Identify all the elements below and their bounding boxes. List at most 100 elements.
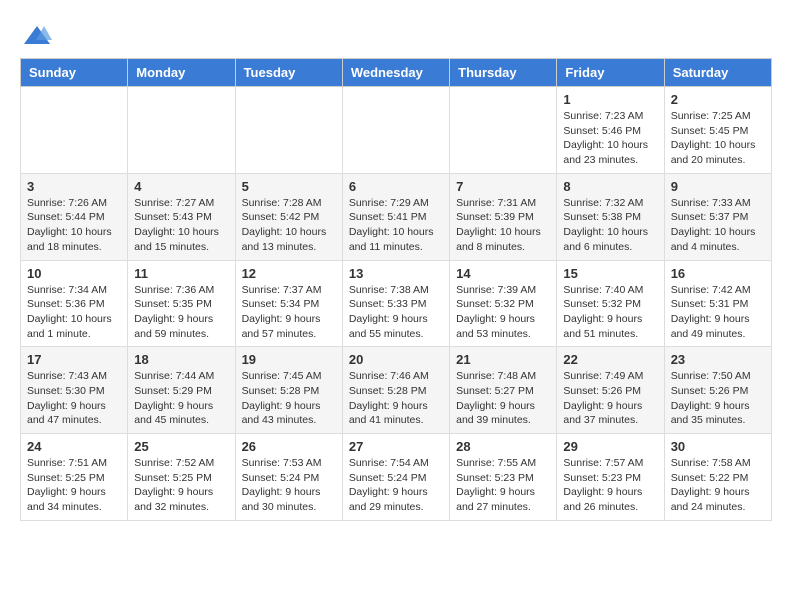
day-number: 4	[134, 179, 228, 194]
calendar-cell: 26Sunrise: 7:53 AM Sunset: 5:24 PM Dayli…	[235, 434, 342, 521]
calendar-cell: 22 Sunrise: 7:49 AM Sunset: 5:26 PM Dayli…	[557, 347, 664, 434]
day-number: 14	[456, 266, 550, 281]
calendar-cell: 3 Sunrise: 7:26 AM Sunset: 5:44 PM Daylig…	[21, 173, 128, 260]
calendar-cell: 4Sunrise: 7:27 AM Sunset: 5:43 PM Daylig…	[128, 173, 235, 260]
day-number: 21	[456, 352, 550, 367]
calendar-cell: 9 Sunrise: 7:33 AM Sunset: 5:37 PM Daylig…	[664, 173, 771, 260]
day-number: 30	[671, 439, 765, 454]
calendar-cell: 8 Sunrise: 7:32 AM Sunset: 5:38 PM Daylig…	[557, 173, 664, 260]
day-number: 25	[134, 439, 228, 454]
day-number: 15	[563, 266, 657, 281]
day-number: 19	[242, 352, 336, 367]
calendar-week-row: 10 Sunrise: 7:34 AM Sunset: 5:36 PM Dayli…	[21, 260, 772, 347]
day-number: 3	[27, 179, 121, 194]
calendar-cell: 29 Sunrise: 7:57 AM Sunset: 5:23 PM Dayli…	[557, 434, 664, 521]
day-info: Sunrise: 7:57 AM Sunset: 5:23 PM Dayligh…	[563, 456, 657, 515]
day-info: Sunrise: 7:28 AM Sunset: 5:42 PM Dayligh…	[242, 196, 336, 255]
header	[20, 20, 772, 48]
day-info: Sunrise: 7:51 AM Sunset: 5:25 PM Dayligh…	[27, 456, 121, 515]
day-info: Sunrise: 7:48 AM Sunset: 5:27 PM Dayligh…	[456, 369, 550, 428]
calendar-cell: 30Sunrise: 7:58 AM Sunset: 5:22 PM Dayli…	[664, 434, 771, 521]
day-number: 27	[349, 439, 443, 454]
day-number: 5	[242, 179, 336, 194]
day-info: Sunrise: 7:54 AM Sunset: 5:24 PM Dayligh…	[349, 456, 443, 515]
calendar-cell: 12 Sunrise: 7:37 AM Sunset: 5:34 PM Dayli…	[235, 260, 342, 347]
calendar-day-header: Thursday	[450, 59, 557, 87]
calendar-cell: 2 Sunrise: 7:25 AM Sunset: 5:45 PM Daylig…	[664, 87, 771, 174]
calendar-body: 1 Sunrise: 7:23 AM Sunset: 5:46 PM Daylig…	[21, 87, 772, 521]
day-number: 10	[27, 266, 121, 281]
day-number: 7	[456, 179, 550, 194]
calendar-cell: 23 Sunrise: 7:50 AM Sunset: 5:26 PM Dayli…	[664, 347, 771, 434]
day-info: Sunrise: 7:44 AM Sunset: 5:29 PM Dayligh…	[134, 369, 228, 428]
logo	[20, 24, 50, 48]
calendar-cell: 13 Sunrise: 7:38 AM Sunset: 5:33 PM Dayli…	[342, 260, 449, 347]
day-info: Sunrise: 7:43 AM Sunset: 5:30 PM Dayligh…	[27, 369, 121, 428]
calendar-cell: 20 Sunrise: 7:46 AM Sunset: 5:28 PM Dayli…	[342, 347, 449, 434]
calendar-cell: 5 Sunrise: 7:28 AM Sunset: 5:42 PM Daylig…	[235, 173, 342, 260]
calendar-week-row: 3 Sunrise: 7:26 AM Sunset: 5:44 PM Daylig…	[21, 173, 772, 260]
calendar-cell: 27 Sunrise: 7:54 AM Sunset: 5:24 PM Dayli…	[342, 434, 449, 521]
day-info: Sunrise: 7:42 AM Sunset: 5:31 PM Dayligh…	[671, 283, 765, 342]
calendar-cell: 7 Sunrise: 7:31 AM Sunset: 5:39 PM Daylig…	[450, 173, 557, 260]
calendar-cell	[235, 87, 342, 174]
calendar-cell: 17 Sunrise: 7:43 AM Sunset: 5:30 PM Dayli…	[21, 347, 128, 434]
day-info: Sunrise: 7:37 AM Sunset: 5:34 PM Dayligh…	[242, 283, 336, 342]
calendar-cell	[21, 87, 128, 174]
day-number: 22	[563, 352, 657, 367]
day-info: Sunrise: 7:33 AM Sunset: 5:37 PM Dayligh…	[671, 196, 765, 255]
day-number: 8	[563, 179, 657, 194]
day-number: 6	[349, 179, 443, 194]
day-info: Sunrise: 7:34 AM Sunset: 5:36 PM Dayligh…	[27, 283, 121, 342]
calendar-cell: 21 Sunrise: 7:48 AM Sunset: 5:27 PM Dayli…	[450, 347, 557, 434]
day-number: 18	[134, 352, 228, 367]
day-number: 29	[563, 439, 657, 454]
day-info: Sunrise: 7:29 AM Sunset: 5:41 PM Dayligh…	[349, 196, 443, 255]
day-number: 23	[671, 352, 765, 367]
calendar-cell: 15 Sunrise: 7:40 AM Sunset: 5:32 PM Dayli…	[557, 260, 664, 347]
calendar-table: SundayMondayTuesdayWednesdayThursdayFrid…	[20, 58, 772, 521]
calendar-cell: 28 Sunrise: 7:55 AM Sunset: 5:23 PM Dayli…	[450, 434, 557, 521]
day-info: Sunrise: 7:45 AM Sunset: 5:28 PM Dayligh…	[242, 369, 336, 428]
calendar-day-header: Wednesday	[342, 59, 449, 87]
day-info: Sunrise: 7:26 AM Sunset: 5:44 PM Dayligh…	[27, 196, 121, 255]
calendar-cell: 24 Sunrise: 7:51 AM Sunset: 5:25 PM Dayli…	[21, 434, 128, 521]
calendar-cell: 18 Sunrise: 7:44 AM Sunset: 5:29 PM Dayli…	[128, 347, 235, 434]
day-number: 24	[27, 439, 121, 454]
calendar-cell	[342, 87, 449, 174]
logo-general	[20, 24, 50, 48]
day-info: Sunrise: 7:50 AM Sunset: 5:26 PM Dayligh…	[671, 369, 765, 428]
day-number: 1	[563, 92, 657, 107]
calendar-day-header: Monday	[128, 59, 235, 87]
day-info: Sunrise: 7:49 AM Sunset: 5:26 PM Dayligh…	[563, 369, 657, 428]
calendar-cell: 14 Sunrise: 7:39 AM Sunset: 5:32 PM Dayli…	[450, 260, 557, 347]
calendar-cell: 19 Sunrise: 7:45 AM Sunset: 5:28 PM Dayli…	[235, 347, 342, 434]
day-info: Sunrise: 7:32 AM Sunset: 5:38 PM Dayligh…	[563, 196, 657, 255]
day-number: 28	[456, 439, 550, 454]
calendar-cell: 16Sunrise: 7:42 AM Sunset: 5:31 PM Dayli…	[664, 260, 771, 347]
calendar-day-header: Saturday	[664, 59, 771, 87]
day-info: Sunrise: 7:23 AM Sunset: 5:46 PM Dayligh…	[563, 109, 657, 168]
day-info: Sunrise: 7:38 AM Sunset: 5:33 PM Dayligh…	[349, 283, 443, 342]
day-info: Sunrise: 7:55 AM Sunset: 5:23 PM Dayligh…	[456, 456, 550, 515]
calendar-cell	[450, 87, 557, 174]
calendar-week-row: 24 Sunrise: 7:51 AM Sunset: 5:25 PM Dayli…	[21, 434, 772, 521]
day-number: 2	[671, 92, 765, 107]
calendar-day-header: Friday	[557, 59, 664, 87]
calendar-cell: 6 Sunrise: 7:29 AM Sunset: 5:41 PM Daylig…	[342, 173, 449, 260]
day-number: 13	[349, 266, 443, 281]
day-info: Sunrise: 7:46 AM Sunset: 5:28 PM Dayligh…	[349, 369, 443, 428]
calendar-header-row: SundayMondayTuesdayWednesdayThursdayFrid…	[21, 59, 772, 87]
day-number: 12	[242, 266, 336, 281]
calendar-week-row: 17 Sunrise: 7:43 AM Sunset: 5:30 PM Dayli…	[21, 347, 772, 434]
day-number: 11	[134, 266, 228, 281]
day-info: Sunrise: 7:31 AM Sunset: 5:39 PM Dayligh…	[456, 196, 550, 255]
day-number: 9	[671, 179, 765, 194]
day-info: Sunrise: 7:40 AM Sunset: 5:32 PM Dayligh…	[563, 283, 657, 342]
day-number: 20	[349, 352, 443, 367]
day-number: 26	[242, 439, 336, 454]
day-info: Sunrise: 7:39 AM Sunset: 5:32 PM Dayligh…	[456, 283, 550, 342]
calendar-day-header: Sunday	[21, 59, 128, 87]
day-number: 17	[27, 352, 121, 367]
day-info: Sunrise: 7:25 AM Sunset: 5:45 PM Dayligh…	[671, 109, 765, 168]
